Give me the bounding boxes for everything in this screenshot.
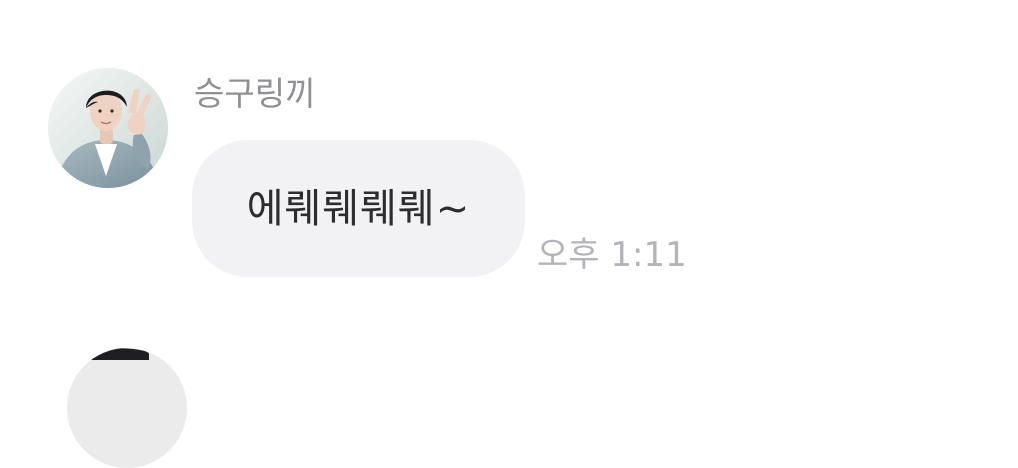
sender-name: 승구링끼: [194, 74, 316, 113]
message-timestamp: 오후 1:11: [537, 235, 687, 275]
sender-avatar[interactable]: [48, 68, 168, 188]
message-text: 에뤠뤠뤠뤠~: [246, 185, 471, 232]
message-row: 승구링끼 에뤠뤠뤠뤠~ 오후 1:11: [0, 0, 1018, 300]
next-message-avatar: [67, 348, 187, 468]
next-avatar-hair: [79, 348, 149, 360]
chat-area: 승구링끼 에뤠뤠뤠뤠~ 오후 1:11: [0, 0, 1018, 468]
message-bubble[interactable]: 에뤠뤠뤠뤠~: [192, 140, 525, 277]
